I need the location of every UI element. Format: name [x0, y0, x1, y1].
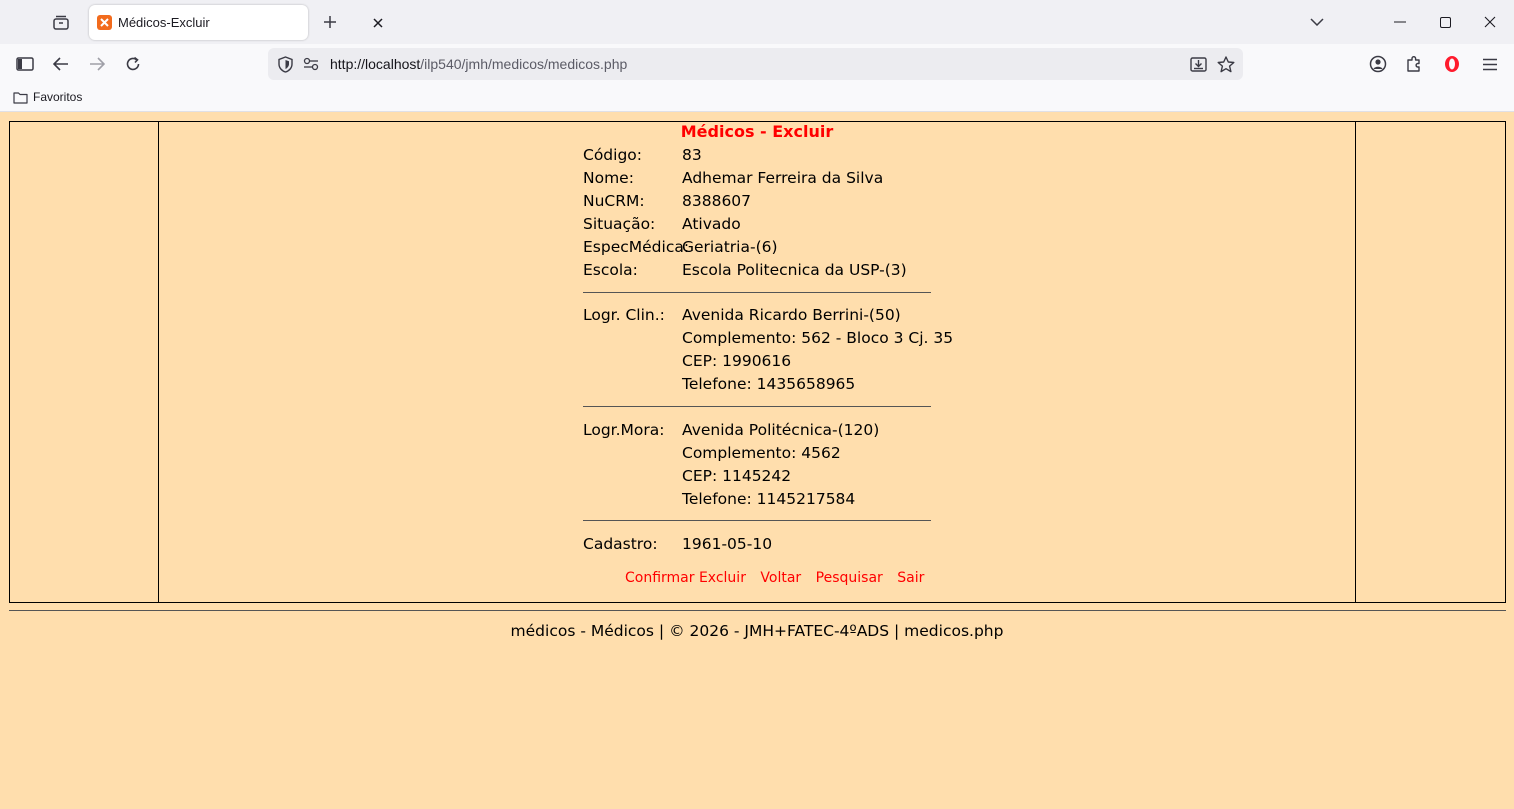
chevron-down-icon[interactable] — [1303, 8, 1331, 36]
home-street: Avenida Politécnica-(120) — [682, 421, 880, 439]
clinic-address-label: Logr. Clin.: — [583, 306, 665, 324]
tab-title: Médicos-Excluir — [118, 15, 210, 30]
bookmark-star-icon[interactable] — [1214, 52, 1238, 76]
exit-link[interactable]: Sair — [897, 570, 924, 586]
address-bar[interactable]: http://localhost/ilp540/jmh/medicos/medi… — [268, 48, 1243, 80]
url-path: /ilp540/jmh/medicos/medicos.php — [420, 56, 628, 72]
field-value: 83 — [682, 146, 702, 164]
field-label: Nome: — [583, 169, 634, 187]
new-tab-icon[interactable] — [316, 8, 344, 36]
url-host: http://localhost — [330, 56, 421, 72]
field-value: Ativado — [682, 215, 741, 233]
bookmarks-toolbar: Favoritos — [0, 85, 1514, 112]
xampp-favicon-icon — [97, 15, 112, 30]
forward-arrow-icon[interactable] — [83, 50, 111, 78]
home-cep: CEP: 1145242 — [682, 467, 792, 485]
back-link[interactable]: Voltar — [760, 570, 801, 586]
shield-icon[interactable] — [274, 53, 296, 75]
field-value: Escola Politecnica da USP-(3) — [682, 261, 907, 279]
field-label: Situação: — [583, 215, 656, 233]
divider — [583, 406, 931, 407]
footer-divider — [9, 610, 1506, 611]
extensions-puzzle-icon[interactable] — [1400, 50, 1428, 78]
home-phone: Telefone: 1145217584 — [682, 490, 856, 508]
search-link[interactable]: Pesquisar — [816, 570, 883, 586]
confirm-delete-link[interactable]: Confirmar Excluir — [625, 570, 746, 586]
clinic-complement: Complemento: 562 - Bloco 3 Cj. 35 — [682, 329, 954, 347]
clinic-cep: CEP: 1990616 — [682, 352, 792, 370]
page-title: Médicos - Excluir — [680, 122, 834, 141]
field-label: Escola: — [583, 261, 638, 279]
opera-icon[interactable] — [1438, 50, 1466, 78]
clinic-street: Avenida Ricardo Berrini-(50) — [682, 306, 901, 324]
tab-bar: Médicos-Excluir — [0, 0, 1514, 44]
field-label: Cadastro: — [583, 535, 658, 553]
right-column — [1355, 122, 1505, 602]
url-text[interactable]: http://localhost/ilp540/jmh/medicos/medi… — [330, 56, 627, 72]
field-value: Geriatria-(6) — [682, 238, 778, 256]
active-tab[interactable]: Médicos-Excluir — [89, 5, 383, 40]
field-label: Código: — [583, 146, 642, 164]
left-column — [10, 122, 159, 602]
field-label: EspecMédica: — [583, 238, 690, 256]
page-content: Médicos - Excluir Código: 83 Nome: Adhem… — [0, 112, 1514, 809]
footer-text: médicos - Médicos | © 2026 - JMH+FATEC-4… — [510, 622, 1004, 640]
save-to-pocket-icon[interactable] — [1186, 52, 1210, 76]
divider — [583, 292, 931, 293]
field-label: NuCRM: — [583, 192, 645, 210]
minimize-window-icon[interactable] — [1386, 8, 1414, 36]
close-tab-icon[interactable] — [367, 12, 389, 34]
action-links: Confirmar Excluir Voltar Pesquisar Sair — [625, 570, 934, 586]
clinic-phone: Telefone: 1435658965 — [682, 375, 856, 393]
divider — [583, 520, 931, 521]
field-value: 8388607 — [682, 192, 752, 210]
permissions-icon[interactable] — [300, 53, 322, 75]
close-window-icon[interactable] — [1476, 8, 1504, 36]
sidebar-toggle-icon[interactable] — [11, 50, 39, 78]
home-address-label: Logr.Mora: — [583, 421, 665, 439]
bookmark-folder-favoritos[interactable]: Favoritos — [13, 90, 82, 104]
bookmark-folder-label: Favoritos — [33, 90, 83, 104]
hamburger-menu-icon[interactable] — [1476, 50, 1504, 78]
field-value: Adhemar Ferreira da Silva — [682, 169, 884, 187]
back-arrow-icon[interactable] — [47, 50, 75, 78]
folder-icon — [13, 91, 28, 104]
tab-list-icon[interactable] — [46, 8, 76, 38]
home-complement: Complemento: 4562 — [682, 444, 841, 462]
navigation-toolbar: http://localhost/ilp540/jmh/medicos/medi… — [0, 44, 1514, 85]
account-icon[interactable] — [1364, 50, 1392, 78]
field-value: 1961-05-10 — [682, 535, 773, 553]
maximize-window-icon[interactable] — [1431, 8, 1459, 36]
reload-icon[interactable] — [119, 50, 147, 78]
